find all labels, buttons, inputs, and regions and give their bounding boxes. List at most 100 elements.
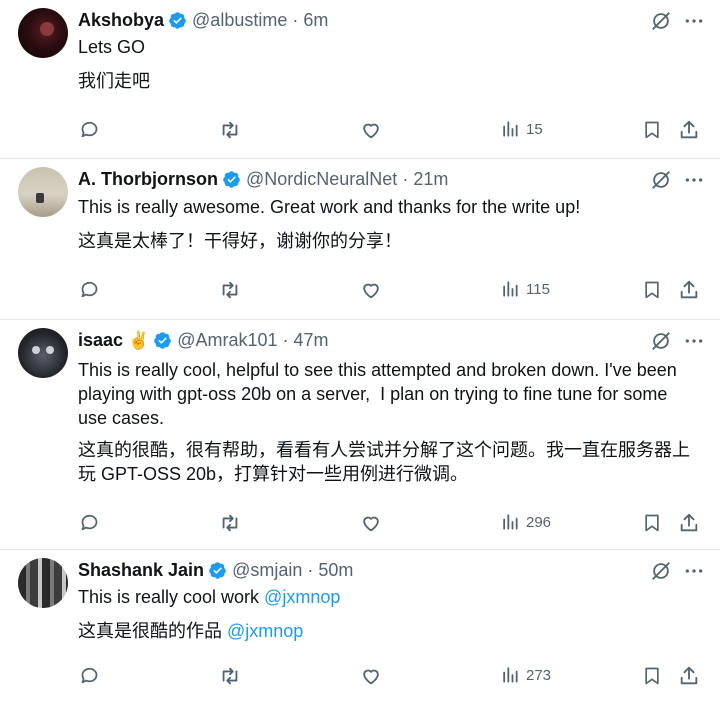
like-icon	[363, 516, 379, 532]
tweet-text: Lets GO	[78, 37, 146, 57]
share-icon	[680, 666, 698, 685]
avatar[interactable]	[18, 8, 68, 58]
like-button[interactable]	[360, 512, 382, 534]
tweet-translation-line: 玩 GPT-OSS 20b，打算针对一些用例进行微调。	[78, 464, 469, 484]
grok-icon[interactable]	[650, 10, 672, 37]
tweet-text: This is really cool, helpful to see this…	[78, 358, 698, 430]
repost-button[interactable]	[219, 119, 241, 141]
repost-button[interactable]	[219, 665, 241, 687]
avatar[interactable]	[18, 167, 68, 217]
grok-icon[interactable]	[650, 330, 672, 357]
victory-hand-emoji: ✌️	[128, 330, 150, 350]
tweet-translation: 我们走吧	[78, 71, 150, 91]
author-name[interactable]: Shashank Jain	[78, 560, 204, 581]
mention-link[interactable]: @jxmnop	[264, 587, 340, 607]
repost-button[interactable]	[219, 279, 241, 301]
reply-icon	[81, 121, 98, 138]
tweet-header: Shashank Jain @smjain · 50m	[78, 560, 353, 581]
views-button[interactable]: 115	[500, 279, 550, 299]
reply-button[interactable]	[79, 665, 100, 686]
author-handle[interactable]: @smjain	[232, 560, 302, 581]
reply-icon	[81, 514, 98, 531]
reply-button[interactable]	[79, 279, 100, 300]
repost-button[interactable]	[219, 512, 241, 534]
bookmark-button[interactable]	[642, 279, 662, 301]
tweet-text-line: playing with gpt-oss 20b on a server, I …	[78, 384, 668, 404]
timestamp[interactable]: 21m	[413, 169, 448, 190]
bookmark-button[interactable]	[642, 119, 662, 141]
bookmark-icon	[645, 514, 659, 532]
author-name[interactable]: A. Thorbjornson	[78, 169, 218, 190]
views-icon	[503, 667, 518, 683]
repost-icon	[222, 667, 238, 685]
more-icon[interactable]	[684, 331, 704, 356]
views-button[interactable]: 273	[500, 665, 551, 685]
bookmark-button[interactable]	[642, 512, 662, 534]
repost-icon	[222, 121, 238, 139]
timestamp[interactable]: 50m	[318, 560, 353, 581]
tweet-translation-line: 这真的很酷，很有帮助，看看有人尝试并分解了这个问题。我一直在服务器上	[78, 440, 690, 460]
views-button[interactable]: 15	[500, 119, 543, 139]
avatar-detail	[40, 22, 54, 36]
avatar[interactable]	[18, 328, 68, 378]
avatar[interactable]	[18, 558, 68, 608]
views-count: 15	[526, 120, 543, 138]
avatar-detail	[36, 193, 44, 203]
tweet-text: This is really cool work @jxmnop	[78, 585, 698, 609]
views-count: 115	[526, 280, 550, 298]
bookmark-icon	[645, 281, 659, 299]
more-icon[interactable]	[684, 11, 704, 36]
tweet[interactable]: Akshobya @albustime · 6m Lets GO 我们走吧 15	[0, 0, 720, 159]
grok-icon[interactable]	[650, 560, 672, 587]
avatar-detail	[32, 346, 40, 354]
separator-dot: ·	[277, 330, 294, 350]
like-icon	[363, 283, 379, 299]
tweet-header: isaac ✌️ @Amrak101 · 47m	[78, 330, 329, 351]
author-name[interactable]: Akshobya	[78, 10, 164, 31]
reply-icon	[81, 667, 98, 684]
tweet-header: A. Thorbjornson @NordicNeuralNet · 21m	[78, 169, 448, 190]
author-handle[interactable]: @albustime	[192, 10, 287, 31]
author-name[interactable]: isaac	[78, 330, 123, 351]
tweet[interactable]: A. Thorbjornson @NordicNeuralNet · 21m T…	[0, 159, 720, 320]
reply-button[interactable]	[79, 512, 100, 533]
more-icon[interactable]	[684, 561, 704, 586]
grok-icon[interactable]	[650, 169, 672, 196]
tweet-text-body: This is really cool work	[78, 587, 265, 607]
author-handle[interactable]: @Amrak101	[177, 330, 277, 351]
tweet-translation: 这真是很酷的作品 @jxmnop	[78, 619, 698, 643]
share-icon	[680, 280, 698, 299]
verified-badge-icon	[153, 331, 172, 350]
bookmark-button[interactable]	[642, 665, 662, 687]
tweet-text: This is really awesome. Great work and t…	[78, 197, 581, 217]
like-icon	[363, 123, 379, 139]
repost-icon	[222, 281, 238, 299]
mention-link[interactable]: @jxmnop	[227, 621, 303, 641]
timestamp[interactable]: 6m	[303, 10, 328, 31]
share-button[interactable]	[678, 279, 700, 301]
share-icon	[680, 513, 698, 532]
like-button[interactable]	[360, 665, 382, 687]
verified-badge-icon	[222, 170, 241, 189]
views-icon	[503, 121, 518, 137]
reply-button[interactable]	[79, 119, 100, 140]
like-button[interactable]	[360, 119, 382, 141]
views-icon	[503, 281, 518, 297]
views-icon	[503, 514, 518, 530]
views-button[interactable]: 296	[500, 512, 551, 532]
timestamp[interactable]: 47m	[294, 330, 329, 351]
tweet-text-line: use cases.	[78, 408, 165, 428]
more-icon[interactable]	[684, 170, 704, 195]
share-icon	[680, 120, 698, 139]
tweet[interactable]: isaac ✌️ @Amrak101 · 47m This is really …	[0, 320, 720, 550]
like-button[interactable]	[360, 279, 382, 301]
like-icon	[363, 669, 379, 685]
share-button[interactable]	[678, 119, 700, 141]
share-button[interactable]	[678, 665, 700, 687]
tweet[interactable]: Shashank Jain @smjain · 50m This is real…	[0, 550, 720, 701]
separator-dot: ·	[397, 169, 414, 189]
share-button[interactable]	[678, 512, 700, 534]
views-count: 296	[526, 513, 552, 531]
author-handle[interactable]: @NordicNeuralNet	[246, 169, 397, 190]
verified-badge-icon	[208, 561, 227, 580]
